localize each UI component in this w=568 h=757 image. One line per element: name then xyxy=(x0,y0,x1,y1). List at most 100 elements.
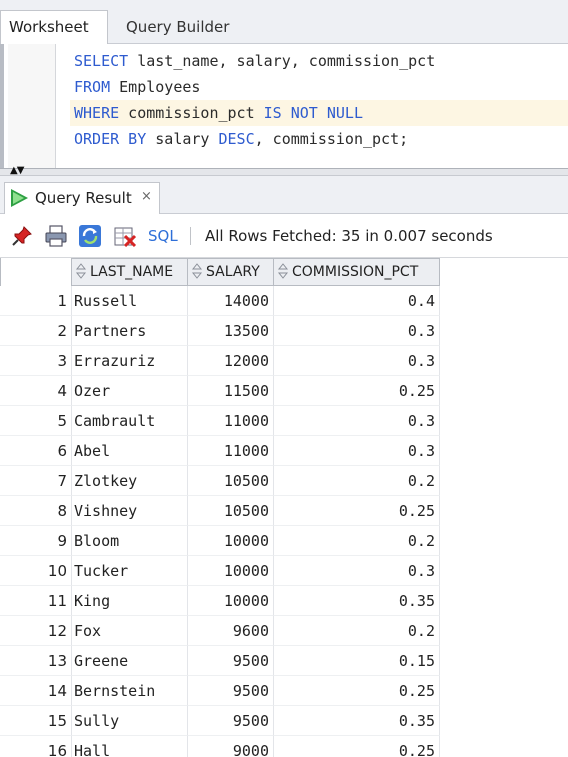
cell-commission-pct[interactable]: 0.3 xyxy=(274,316,440,346)
cell-salary[interactable]: 9000 xyxy=(188,736,274,757)
run-icon xyxy=(11,189,28,207)
cell-commission-pct[interactable]: 0.35 xyxy=(274,706,440,736)
cell-last-name[interactable]: Errazuriz xyxy=(72,346,188,376)
collapse-arrows-icon[interactable]: ▲▼ xyxy=(10,166,24,176)
cell-commission-pct[interactable]: 0.25 xyxy=(274,676,440,706)
result-tab-bar: Query Result × xyxy=(0,176,568,214)
cell-last-name[interactable]: Tucker xyxy=(72,556,188,586)
cell-commission-pct[interactable]: 0.25 xyxy=(274,736,440,757)
sql-line[interactable]: FROM Employees xyxy=(70,74,568,100)
result-grid[interactable]: LAST_NAME SALARY COMMISSION_PCT 1 Russell… xyxy=(0,258,568,757)
sql-text: commission_pct xyxy=(119,104,264,122)
cell-last-name[interactable]: Bernstein xyxy=(72,676,188,706)
cell-salary[interactable]: 13500 xyxy=(188,316,274,346)
cell-salary[interactable]: 11000 xyxy=(188,436,274,466)
tab-query-result[interactable]: Query Result × xyxy=(4,182,160,214)
row-number: 11 xyxy=(0,586,72,616)
cell-last-name[interactable]: Sully xyxy=(72,706,188,736)
sql-line[interactable]: SELECT last_name, salary, commission_pct xyxy=(70,48,568,74)
sql-keyword: IS NOT NULL xyxy=(263,104,363,122)
editor-tab-bar: Worksheet Query Builder xyxy=(0,0,568,44)
cell-salary[interactable]: 9600 xyxy=(188,616,274,646)
cell-salary[interactable]: 10000 xyxy=(188,586,274,616)
print-icon[interactable] xyxy=(44,224,68,248)
clear-icon[interactable] xyxy=(113,224,137,248)
sql-keyword: FROM xyxy=(74,78,111,96)
tab-query-builder[interactable]: Query Builder xyxy=(118,12,237,42)
cell-salary[interactable]: 10000 xyxy=(188,526,274,556)
table-row[interactable]: 4 Ozer 11500 0.25 xyxy=(0,376,440,406)
table-row[interactable]: 3 Errazuriz 12000 0.3 xyxy=(0,346,440,376)
cell-last-name[interactable]: Russell xyxy=(72,286,188,316)
cell-salary[interactable]: 10500 xyxy=(188,496,274,526)
cell-commission-pct[interactable]: 0.2 xyxy=(274,616,440,646)
cell-commission-pct[interactable]: 0.25 xyxy=(274,376,440,406)
cell-last-name[interactable]: Zlotkey xyxy=(72,466,188,496)
panel-splitter[interactable]: ▲▼ xyxy=(0,166,568,176)
cell-last-name[interactable]: King xyxy=(72,586,188,616)
cell-last-name[interactable]: Cambrault xyxy=(72,406,188,436)
cell-last-name[interactable]: Bloom xyxy=(72,526,188,556)
sql-editor[interactable]: SELECT last_name, salary, commission_pct… xyxy=(0,44,568,168)
cell-last-name[interactable]: Partners xyxy=(72,316,188,346)
sql-line[interactable]: WHERE commission_pct IS NOT NULL xyxy=(70,100,568,126)
tab-worksheet[interactable]: Worksheet xyxy=(0,10,108,44)
cell-commission-pct[interactable]: 0.3 xyxy=(274,406,440,436)
column-header-commission-pct[interactable]: COMMISSION_PCT xyxy=(274,258,440,286)
cell-last-name[interactable]: Fox xyxy=(72,616,188,646)
row-number: 9 xyxy=(0,526,72,556)
cell-salary[interactable]: 11000 xyxy=(188,406,274,436)
column-header-last-name[interactable]: LAST_NAME xyxy=(72,258,188,286)
refresh-icon[interactable] xyxy=(78,224,102,248)
cell-commission-pct[interactable]: 0.35 xyxy=(274,586,440,616)
cell-commission-pct[interactable]: 0.25 xyxy=(274,496,440,526)
cell-salary[interactable]: 12000 xyxy=(188,346,274,376)
row-number: 14 xyxy=(0,676,72,706)
cell-salary[interactable]: 9500 xyxy=(188,646,274,676)
table-row[interactable]: 13 Greene 9500 0.15 xyxy=(0,646,440,676)
cell-commission-pct[interactable]: 0.2 xyxy=(274,466,440,496)
table-row[interactable]: 2 Partners 13500 0.3 xyxy=(0,316,440,346)
cell-last-name[interactable]: Ozer xyxy=(72,376,188,406)
fetch-status: All Rows Fetched: 35 in 0.007 seconds xyxy=(205,227,493,245)
table-row[interactable]: 6 Abel 11000 0.3 xyxy=(0,436,440,466)
cell-commission-pct[interactable]: 0.3 xyxy=(274,346,440,376)
row-number: 15 xyxy=(0,706,72,736)
cell-salary[interactable]: 9500 xyxy=(188,676,274,706)
cell-commission-pct[interactable]: 0.3 xyxy=(274,556,440,586)
column-header-salary[interactable]: SALARY xyxy=(188,258,274,286)
table-row[interactable]: 1 Russell 14000 0.4 xyxy=(0,286,440,316)
table-row[interactable]: 12 Fox 9600 0.2 xyxy=(0,616,440,646)
sql-link[interactable]: SQL xyxy=(148,227,178,245)
cell-commission-pct[interactable]: 0.15 xyxy=(274,646,440,676)
cell-salary[interactable]: 10000 xyxy=(188,556,274,586)
table-row[interactable]: 9 Bloom 10000 0.2 xyxy=(0,526,440,556)
table-row[interactable]: 8 Vishney 10500 0.25 xyxy=(0,496,440,526)
pin-icon[interactable] xyxy=(10,224,34,248)
sql-line[interactable]: ORDER BY salary DESC, commission_pct; xyxy=(70,126,568,152)
cell-last-name[interactable]: Vishney xyxy=(72,496,188,526)
cell-salary[interactable]: 9500 xyxy=(188,706,274,736)
table-row[interactable]: 14 Bernstein 9500 0.25 xyxy=(0,676,440,706)
table-row[interactable]: 5 Cambrault 11000 0.3 xyxy=(0,406,440,436)
cell-last-name[interactable]: Hall xyxy=(72,736,188,757)
sql-keyword: DESC xyxy=(218,130,255,148)
cell-last-name[interactable]: Abel xyxy=(72,436,188,466)
cell-salary[interactable]: 10500 xyxy=(188,466,274,496)
cell-salary[interactable]: 11500 xyxy=(188,376,274,406)
cell-salary[interactable]: 14000 xyxy=(188,286,274,316)
close-icon[interactable]: × xyxy=(141,189,152,204)
sql-keyword: ORDER BY xyxy=(74,130,147,148)
sql-code[interactable]: SELECT last_name, salary, commission_pct… xyxy=(70,48,568,152)
row-number: 8 xyxy=(0,496,72,526)
cell-commission-pct[interactable]: 0.2 xyxy=(274,526,440,556)
table-row[interactable]: 10 Tucker 10000 0.3 xyxy=(0,556,440,586)
table-row[interactable]: 7 Zlotkey 10500 0.2 xyxy=(0,466,440,496)
cell-commission-pct[interactable]: 0.4 xyxy=(274,286,440,316)
table-row[interactable]: 11 King 10000 0.35 xyxy=(0,586,440,616)
table-row[interactable]: 16 Hall 9000 0.25 xyxy=(0,736,440,757)
cell-last-name[interactable]: Greene xyxy=(72,646,188,676)
table-row[interactable]: 15 Sully 9500 0.35 xyxy=(0,706,440,736)
cell-commission-pct[interactable]: 0.3 xyxy=(274,436,440,466)
sort-icon xyxy=(75,263,87,279)
